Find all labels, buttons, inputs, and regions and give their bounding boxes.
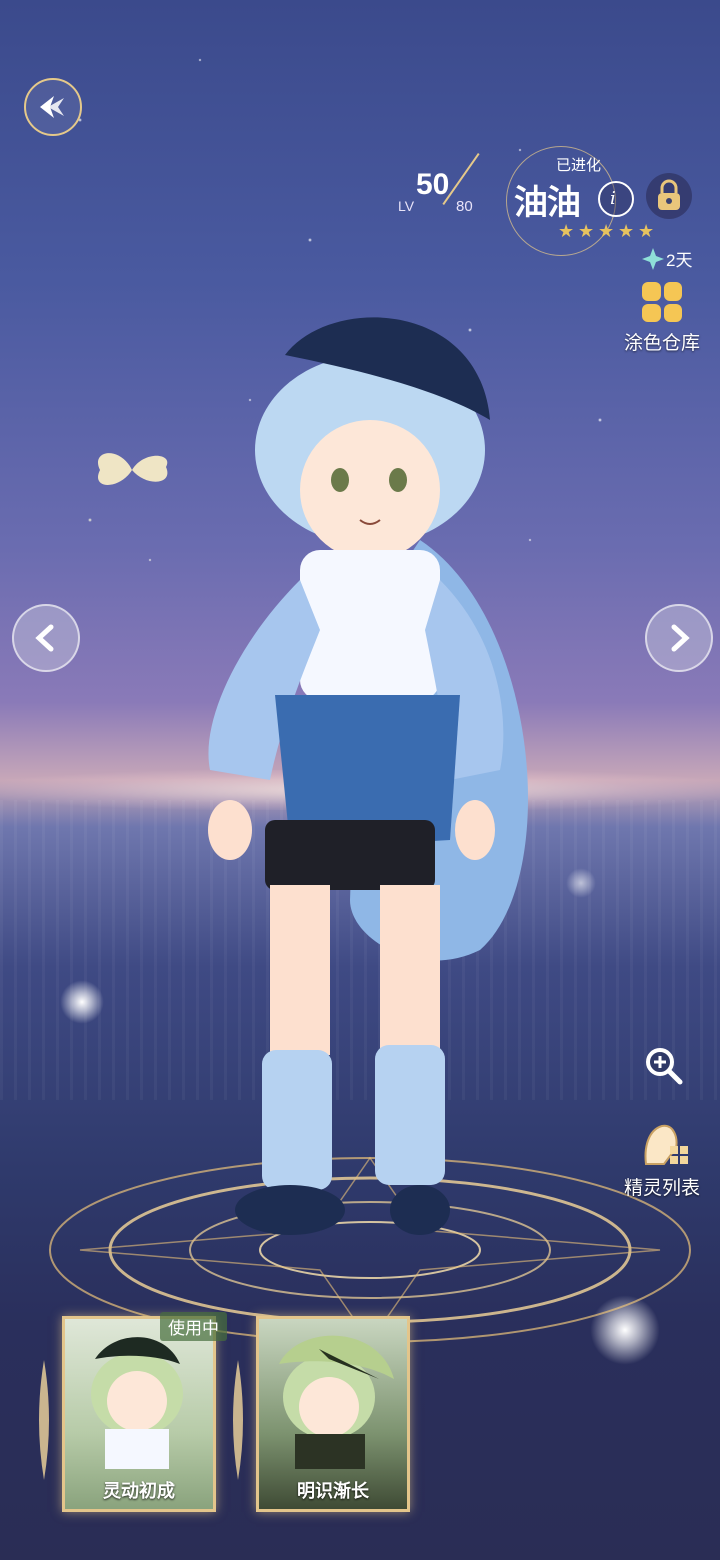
info-i-icon: i [610,188,616,209]
magnifier-plus-icon [646,1048,683,1085]
paint-warehouse-label: 涂色仓库 [623,333,700,354]
back-button[interactable] [24,78,82,136]
card-label: 明识渐长 [297,1481,369,1501]
evolution-status: 已进化 [556,157,602,174]
lock-icon [658,179,680,210]
character-portrait [91,1337,183,1469]
character-portrait [279,1335,394,1469]
level-label: LV [398,198,415,214]
days-text: 2天 [666,251,693,270]
character-name: 油油 [514,184,581,222]
chevron-right-icon [671,624,690,652]
star-icon: ★ [638,221,655,241]
max-level: 80 [456,198,473,215]
winged-back-icon [40,96,64,118]
butterfly-icon [97,453,168,485]
next-character-button[interactable] [645,604,713,672]
spirit-list-button[interactable]: 精灵列表 [612,1118,712,1200]
light-orb [566,868,596,898]
left-ornament [34,1360,54,1480]
paint-warehouse-button[interactable]: 涂色仓库 [614,282,710,355]
level-display: 50 LV 80 [398,153,508,228]
svg-text:i: i [610,188,616,209]
current-level: 50 [416,168,450,201]
days-counter: 2天 [642,246,692,271]
outfit-card-1[interactable]: 灵动初成 [62,1316,216,1512]
character-model[interactable] [180,300,560,1250]
card-label: 灵动初成 [103,1481,175,1501]
star-rating: ★ ★ ★ ★ ★ [558,222,656,240]
star-icon: ★ [618,221,635,241]
in-use-badge: 使用中 [160,1312,227,1341]
paint-palette-icon [642,282,682,322]
star-icon: ★ [598,221,615,241]
spirit-list-icon [644,1124,688,1165]
star-icon: ★ [578,221,595,241]
rename-button[interactable]: i [598,181,634,217]
zoom-button[interactable] [636,1038,690,1092]
star-icon: ★ [558,221,575,241]
previous-character-button[interactable] [12,604,80,672]
middle-ornament [228,1360,248,1480]
spirit-list-label: 精灵列表 [623,1178,700,1199]
four-point-star-icon [642,247,664,270]
light-orb [60,980,104,1024]
outfit-card-2[interactable]: 明识渐长 [256,1316,410,1512]
chevron-left-icon [35,624,54,652]
lock-button[interactable] [646,173,692,219]
